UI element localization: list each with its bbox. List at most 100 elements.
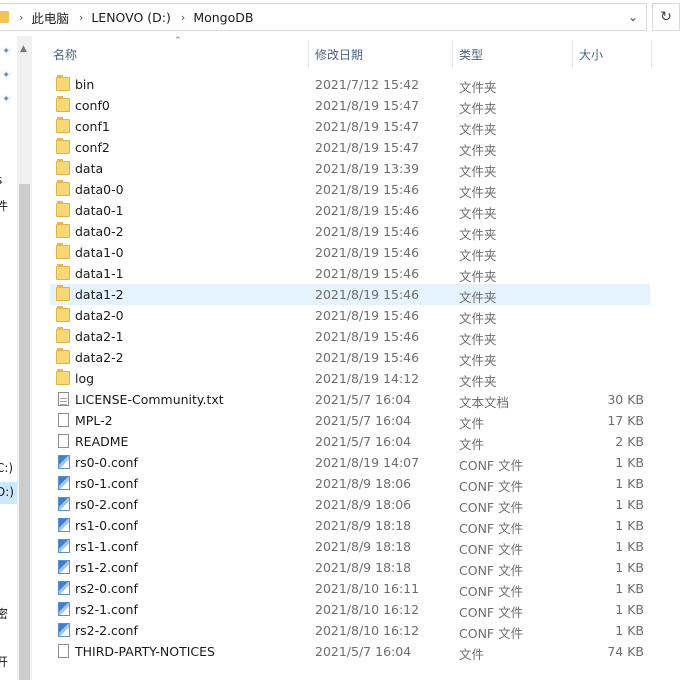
scroll-up-icon[interactable]: ▲ — [20, 44, 27, 54]
nav-item-drive-c[interactable]: C:) — [0, 461, 13, 475]
file-row[interactable]: THIRD-PARTY-NOTICES 2021/5/7 16:04 文件 74 KB — [50, 641, 650, 662]
file-row[interactable]: data1-0 2021/8/19 15:46 文件夹 — [50, 242, 650, 263]
chevron-right-icon[interactable]: › — [181, 11, 185, 24]
file-date: 2021/8/19 13:39 — [315, 161, 420, 176]
conf-file-icon — [58, 623, 70, 637]
file-type: 文件夹 — [459, 248, 497, 263]
file-date: 2021/8/9 18:06 — [315, 476, 412, 491]
file-size: 1 KB — [615, 560, 644, 575]
file-row[interactable]: conf2 2021/8/19 15:47 文件夹 — [50, 137, 650, 158]
file-name: bin — [75, 77, 95, 92]
conf-file-icon — [58, 497, 70, 511]
file-type: 文件夹 — [459, 227, 497, 242]
file-row[interactable]: data2-0 2021/8/19 15:46 文件夹 — [50, 305, 650, 326]
file-row[interactable]: conf0 2021/8/19 15:47 文件夹 — [50, 95, 650, 116]
column-header-name[interactable]: 名称 — [53, 46, 77, 63]
file-type: 文本文档 — [459, 395, 510, 410]
file-date: 2021/8/19 15:46 — [315, 287, 420, 302]
file-row[interactable]: LICENSE-Community.txt 2021/5/7 16:04 文本文档 3… — [50, 389, 650, 410]
nav-item-fragment[interactable]: 开 — [0, 653, 8, 670]
conf-file-icon — [58, 476, 70, 490]
file-row[interactable]: log 2021/8/19 14:12 文件夹 — [50, 368, 650, 389]
conf-file-icon — [58, 560, 70, 574]
pin-icon[interactable]: ✦ — [2, 46, 14, 58]
folder-icon — [0, 11, 9, 23]
file-name: data1-2 — [75, 287, 124, 302]
file-name: data — [75, 161, 104, 176]
file-icon — [58, 644, 69, 658]
column-divider[interactable] — [308, 40, 309, 68]
breadcrumb-drive[interactable]: LENOVO (D:) — [91, 10, 171, 25]
nav-scrollbar[interactable]: ▲ — [17, 36, 32, 680]
file-row[interactable]: rs1-0.conf 2021/8/9 18:18 CONF 文件 1 KB — [50, 515, 650, 536]
column-header-type[interactable]: 类型 — [459, 46, 483, 63]
pin-icon[interactable]: ✦ — [2, 94, 14, 106]
conf-file-icon — [58, 602, 70, 616]
nav-item-fragment[interactable]: s — [0, 173, 2, 187]
conf-file-icon — [58, 581, 70, 595]
file-row[interactable]: MPL-2 2021/5/7 16:04 文件 17 KB — [50, 410, 650, 431]
folder-icon — [56, 201, 70, 217]
file-size: 1 KB — [615, 518, 644, 533]
column-divider[interactable] — [651, 40, 652, 68]
file-row[interactable]: README 2021/5/7 16:04 文件 2 KB — [50, 431, 650, 452]
file-type: 文件夹 — [459, 80, 497, 95]
file-row[interactable]: bin 2021/7/12 15:42 文件夹 — [50, 74, 650, 95]
file-name: rs2-1.conf — [75, 602, 138, 617]
column-header-size[interactable]: 大小 — [579, 46, 603, 63]
nav-item-fragment[interactable]: 密 — [0, 605, 8, 622]
breadcrumb-folder[interactable]: MongoDB — [193, 10, 253, 25]
file-row[interactable]: data1-2 2021/8/19 15:46 文件夹 — [50, 284, 650, 305]
file-row[interactable]: conf1 2021/8/19 15:47 文件夹 — [50, 116, 650, 137]
file-row[interactable]: data2-1 2021/8/19 15:46 文件夹 — [50, 326, 650, 347]
file-date: 2021/8/19 15:46 — [315, 224, 420, 239]
file-row[interactable]: rs0-0.conf 2021/8/19 14:07 CONF 文件 1 KB — [50, 452, 650, 473]
file-row[interactable]: rs2-1.conf 2021/8/10 16:12 CONF 文件 1 KB — [50, 599, 650, 620]
file-type: 文件夹 — [459, 164, 497, 179]
folder-icon — [56, 327, 70, 343]
file-type: CONF 文件 — [459, 542, 524, 557]
file-date: 2021/8/10 16:12 — [315, 602, 420, 617]
file-type: 文件夹 — [459, 290, 497, 305]
file-date: 2021/8/19 15:47 — [315, 98, 420, 113]
address-bar[interactable]: › 此电脑 › LENOVO (D:) › MongoDB ⌄ — [0, 3, 647, 31]
file-row[interactable]: data2-2 2021/8/19 15:46 文件夹 — [50, 347, 650, 368]
file-size: 74 KB — [607, 644, 644, 659]
history-dropdown-icon[interactable]: ⌄ — [624, 8, 642, 26]
file-row[interactable]: rs2-0.conf 2021/8/10 16:11 CONF 文件 1 KB — [50, 578, 650, 599]
column-divider[interactable] — [572, 40, 573, 68]
file-type: 文件 — [459, 647, 485, 662]
file-row[interactable]: data0-0 2021/8/19 15:46 文件夹 — [50, 179, 650, 200]
column-divider[interactable] — [452, 40, 453, 68]
file-row[interactable]: data0-2 2021/8/19 15:46 文件夹 — [50, 221, 650, 242]
file-date: 2021/8/10 16:11 — [315, 581, 420, 596]
file-date: 2021/8/19 15:46 — [315, 203, 420, 218]
chevron-right-icon[interactable]: › — [19, 11, 23, 24]
nav-item-drive-d[interactable]: D:) — [0, 485, 14, 499]
file-row[interactable]: rs2-2.conf 2021/8/10 16:12 CONF 文件 1 KB — [50, 620, 650, 641]
nav-item-fragment[interactable]: 件 — [0, 197, 8, 214]
folder-icon — [56, 159, 70, 175]
conf-file-icon — [58, 518, 70, 532]
file-icon — [58, 413, 69, 427]
file-row[interactable]: rs0-2.conf 2021/8/9 18:06 CONF 文件 1 KB — [50, 494, 650, 515]
scrollbar-thumb[interactable] — [19, 184, 30, 680]
file-row[interactable]: data1-1 2021/8/19 15:46 文件夹 — [50, 263, 650, 284]
file-row[interactable]: rs0-1.conf 2021/8/9 18:06 CONF 文件 1 KB — [50, 473, 650, 494]
file-size: 1 KB — [615, 602, 644, 617]
file-row[interactable]: rs1-1.conf 2021/8/9 18:18 CONF 文件 1 KB — [50, 536, 650, 557]
file-date: 2021/5/7 16:04 — [315, 413, 412, 428]
chevron-right-icon[interactable]: › — [79, 11, 83, 24]
refresh-button[interactable]: ↻ — [652, 3, 680, 31]
folder-icon — [56, 222, 70, 238]
pin-icon[interactable]: ✦ — [2, 70, 14, 82]
column-header-date[interactable]: 修改日期 — [315, 46, 363, 63]
file-name: rs1-2.conf — [75, 560, 138, 575]
file-row[interactable]: rs1-2.conf 2021/8/9 18:18 CONF 文件 1 KB — [50, 557, 650, 578]
file-row[interactable]: data0-1 2021/8/19 15:46 文件夹 — [50, 200, 650, 221]
file-type: CONF 文件 — [459, 458, 524, 473]
breadcrumb-this-pc[interactable]: 此电脑 — [31, 8, 69, 27]
file-name: rs1-1.conf — [75, 539, 138, 554]
file-size: 1 KB — [615, 497, 644, 512]
file-row[interactable]: data 2021/8/19 13:39 文件夹 — [50, 158, 650, 179]
